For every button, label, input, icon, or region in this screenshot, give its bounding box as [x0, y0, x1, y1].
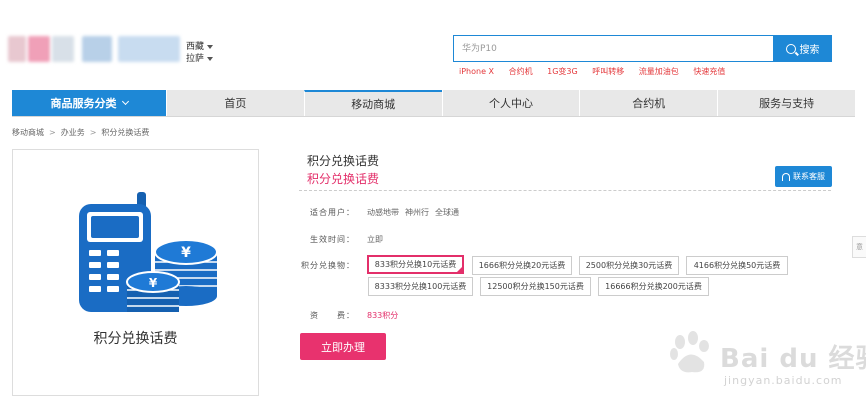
fee-label: 资 费：	[310, 311, 355, 320]
region-city[interactable]: 拉萨	[186, 51, 214, 64]
contact-service-button[interactable]: 联系客服	[775, 166, 832, 187]
effective-value: 立即	[367, 235, 383, 244]
redeem-option[interactable]: 8333积分兑换100元话费	[368, 277, 473, 296]
breadcrumb-separator: >	[89, 128, 97, 137]
product-subtitle: 积分兑换话费	[307, 172, 380, 186]
hot-link[interactable]: 流量加油包	[639, 67, 679, 76]
headset-icon	[782, 172, 790, 181]
redeem-option[interactable]: 12500积分兑换150元话费	[480, 277, 591, 296]
nav-item-mall[interactable]: 移动商城	[303, 90, 442, 116]
search-input[interactable]	[454, 36, 773, 62]
hot-link[interactable]: 快速充值	[693, 67, 725, 76]
svg-text:¥: ¥	[149, 276, 158, 290]
nav-item-label: 个人中心	[488, 97, 533, 110]
users-value: 动感地带 神州行 全球通	[367, 207, 465, 218]
apply-now-button[interactable]: 立即办理	[300, 333, 386, 360]
hot-link[interactable]: 1G变3G	[547, 67, 578, 76]
breadcrumb-item[interactable]: 移动商城	[12, 128, 44, 137]
search-box	[453, 35, 773, 62]
product-title: 积分兑换话费	[307, 154, 380, 168]
user-type: 神州行	[405, 208, 429, 217]
nav-item-label: 服务与支持	[759, 97, 815, 110]
logo[interactable]	[8, 36, 180, 62]
nav-item-personal[interactable]: 个人中心	[441, 90, 580, 116]
breadcrumb-item[interactable]: 办业务	[61, 128, 85, 137]
contact-service-label: 联系客服	[793, 172, 825, 181]
watermark: Bai du 经验 jingyan.baidu.com	[660, 318, 866, 398]
phone-coins-icon: ¥ ¥	[79, 192, 218, 312]
paw-logo-icon	[670, 331, 709, 373]
nav-category-menu[interactable]: 商品服务分类	[12, 90, 166, 116]
main-nav: 商品服务分类 首页 移动商城 个人中心 合约机 服务与支持	[12, 90, 855, 117]
watermark-text: Bai du 经验	[720, 344, 866, 374]
redeem-label: 积分兑换物：	[301, 261, 355, 270]
search-button-label: 搜索	[799, 45, 820, 56]
hot-links: iPhone X 合约机 1G变3G 呼叫转移 流量加油包 快速充值	[459, 66, 737, 77]
user-type: 全球通	[435, 208, 459, 217]
breadcrumb: 移动商城 > 办业务 > 积分兑换话费	[12, 127, 149, 138]
chevron-down-icon	[121, 97, 129, 105]
nav-item-support[interactable]: 服务与支持	[717, 90, 855, 116]
hot-link[interactable]: 呼叫转移	[592, 67, 624, 76]
hot-link[interactable]: 合约机	[509, 67, 533, 76]
nav-item-label: 移动商城	[351, 98, 396, 111]
watermark-url: jingyan.baidu.com	[724, 374, 843, 387]
redeem-option[interactable]: 16666积分兑换200元话费	[598, 277, 709, 296]
search-icon	[785, 43, 796, 54]
nav-item-home[interactable]: 首页	[166, 90, 304, 116]
redeem-option[interactable]: 2500积分兑换30元话费	[579, 256, 679, 275]
nav-item-label: 合约机	[632, 97, 666, 110]
chevron-down-icon	[207, 56, 214, 61]
redeem-option[interactable]: 1666积分兑换20元话费	[472, 256, 572, 275]
region-city-label: 拉萨	[186, 54, 205, 64]
breadcrumb-separator: >	[49, 128, 56, 137]
users-label: 适合用户：	[310, 208, 355, 217]
side-float-tab[interactable]: 意	[852, 236, 866, 258]
search-button[interactable]: 搜索	[773, 35, 832, 62]
hot-link[interactable]: iPhone X	[459, 67, 494, 76]
redeem-option-selected[interactable]: 833积分兑换10元话费	[367, 255, 464, 274]
redeem-option[interactable]: 4166积分兑换50元话费	[686, 256, 788, 275]
effective-label: 生效时间：	[310, 235, 355, 244]
product-image-caption: 积分兑换话费	[93, 331, 178, 347]
svg-text:¥: ¥	[181, 245, 191, 261]
divider	[299, 190, 831, 191]
breadcrumb-item: 积分兑换话费	[101, 128, 150, 137]
chevron-down-icon	[207, 44, 214, 49]
nav-item-label: 首页	[224, 97, 247, 110]
product-image: ¥ ¥ 积分兑换话费	[12, 149, 259, 396]
fee-value: 833积分	[367, 311, 399, 320]
nav-item-contract-phone[interactable]: 合约机	[579, 90, 717, 116]
user-type: 动感地带	[367, 208, 399, 217]
nav-item-label: 商品服务分类	[50, 97, 117, 110]
